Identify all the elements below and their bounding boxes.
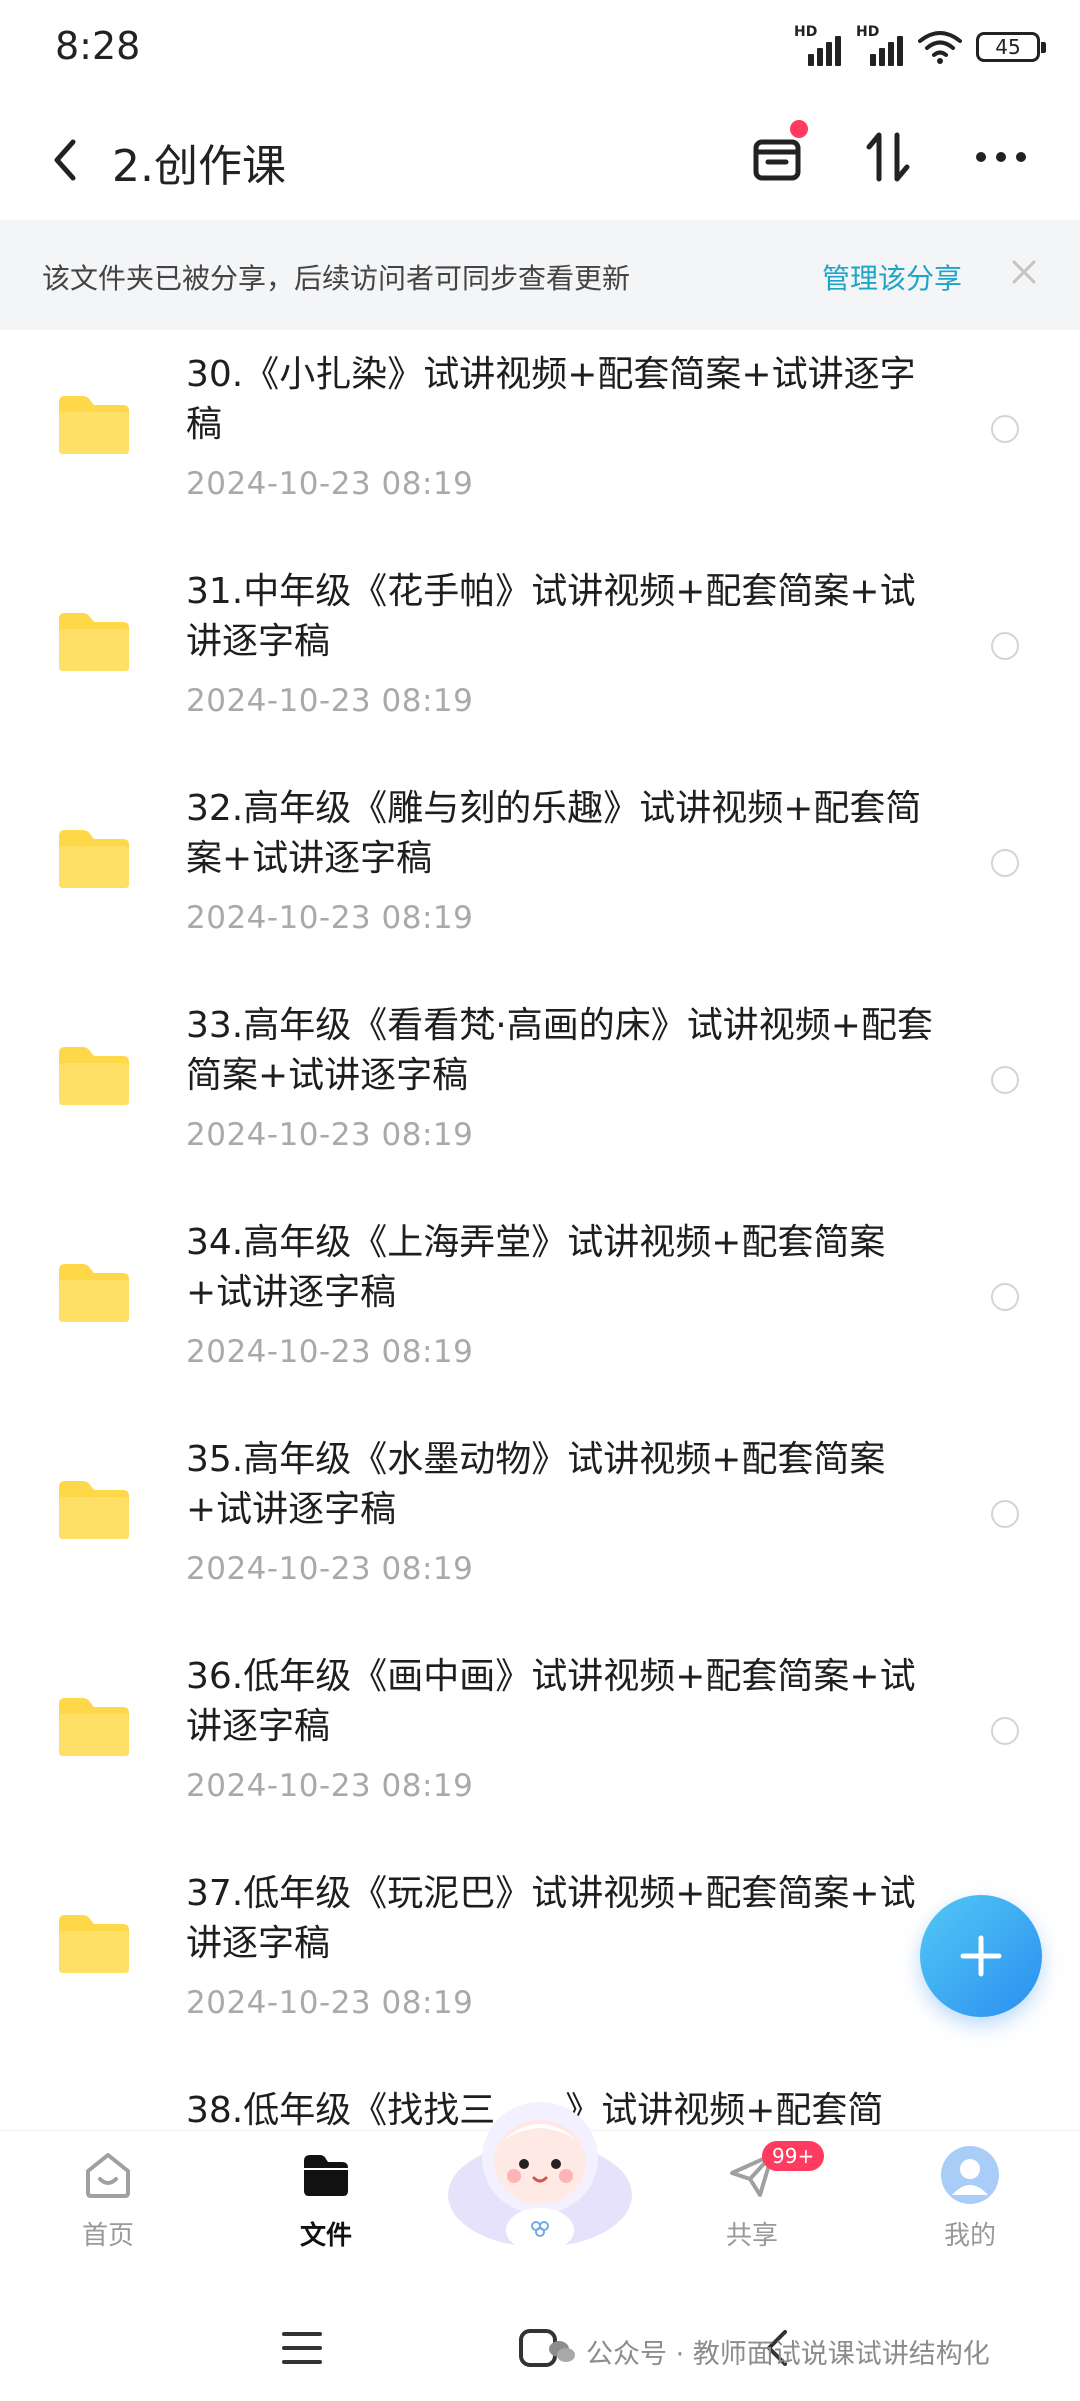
more-button[interactable] [966, 122, 1036, 192]
list-item[interactable]: 32.高年级《雕与刻的乐趣》试讲视频+配套简案+试讲逐字稿 2024-10-23… [0, 764, 1080, 981]
list-item[interactable]: 35.高年级《水墨动物》试讲视频+配套简案+试讲逐字稿 2024-10-23 0… [0, 1415, 1080, 1632]
share-banner: 该文件夹已被分享，后续访问者可同步查看更新 管理该分享 [0, 220, 1080, 330]
more-dots-icon [976, 152, 1026, 162]
manage-share-link[interactable]: 管理该分享 [822, 257, 962, 297]
folder-icon [59, 1915, 129, 1973]
select-radio[interactable] [991, 1500, 1019, 1528]
mascot-assistant-button[interactable] [440, 2080, 640, 2260]
file-name: 37.低年级《玩泥巴》试讲视频+配套简案+试讲逐字稿 [186, 1873, 916, 1964]
status-bar: 8:28 HD HD 45 [0, 0, 1080, 100]
nav-share-label: 共享 [725, 2221, 778, 2251]
close-icon [1012, 260, 1036, 284]
select-radio[interactable] [991, 1066, 1019, 1094]
nav-files[interactable]: 文件 [256, 2145, 396, 2265]
nav-home[interactable]: 首页 [38, 2145, 178, 2265]
system-nav-bar: 公众号 · 教师面试说课试讲结构化 [0, 2290, 1080, 2401]
file-date: 2024-10-23 08:19 [186, 1985, 474, 2021]
share-banner-text: 该文件夹已被分享，后续访问者可同步查看更新 [42, 262, 631, 295]
inbox-tray-icon [753, 139, 801, 181]
sort-arrows-icon [866, 132, 910, 182]
plus-icon [960, 1935, 1002, 1977]
list-item[interactable]: 30.《小扎染》试讲视频+配套简案+试讲逐字稿 2024-10-23 08:19 [0, 330, 1080, 547]
transfer-list-button[interactable] [742, 120, 812, 192]
file-date: 2024-10-23 08:19 [186, 1551, 474, 1587]
nav-me[interactable]: 我的 [900, 2145, 1040, 2265]
signal-icon: HD [794, 24, 842, 66]
file-name: 34.高年级《上海弄堂》试讲视频+配套简案+试讲逐字稿 [186, 1222, 886, 1313]
folder-icon [59, 613, 129, 671]
back-button[interactable] [40, 130, 90, 190]
nav-me-label: 我的 [943, 2221, 996, 2251]
file-date: 2024-10-23 08:19 [186, 1334, 474, 1370]
nav-files-label: 文件 [299, 2221, 352, 2251]
top-app-bar: 2.创作课 [0, 100, 1080, 220]
home-icon [78, 2145, 138, 2205]
file-name: 33.高年级《看看梵·高画的床》试讲视频+配套简案+试讲逐字稿 [186, 1005, 933, 1096]
select-radio[interactable] [991, 849, 1019, 877]
page-title: 2.创作课 [112, 141, 286, 192]
select-radio[interactable] [991, 1717, 1019, 1745]
list-item[interactable]: 37.低年级《玩泥巴》试讲视频+配套简案+试讲逐字稿 2024-10-23 08… [0, 1849, 1080, 2066]
list-item[interactable]: 31.中年级《花手帕》试讲视频+配套简案+试讲逐字稿 2024-10-23 08… [0, 547, 1080, 764]
notification-dot [790, 120, 808, 138]
folder-icon [59, 1047, 129, 1105]
list-item[interactable]: 34.高年级《上海弄堂》试讲视频+配套简案+试讲逐字稿 2024-10-23 0… [0, 1198, 1080, 1415]
file-date: 2024-10-23 08:19 [186, 900, 474, 936]
status-time: 8:28 [55, 24, 141, 68]
sort-button[interactable] [853, 122, 923, 192]
folder-icon [59, 396, 129, 454]
mascot-icon [448, 2102, 632, 2252]
back-chevron-icon [54, 139, 76, 181]
folder-icon [59, 1698, 129, 1756]
close-banner-button[interactable] [1004, 252, 1044, 292]
watermark: 公众号 · 教师面试说课试讲结构化 [548, 2332, 990, 2371]
battery-icon: 45 [976, 32, 1046, 62]
file-name: 36.低年级《画中画》试讲视频+配套简案+试讲逐字稿 [186, 1656, 916, 1747]
add-fab-button[interactable] [920, 1895, 1042, 2017]
file-date: 2024-10-23 08:19 [186, 683, 474, 719]
select-radio[interactable] [991, 415, 1019, 443]
nav-home-label: 首页 [81, 2221, 134, 2251]
recent-apps-button[interactable] [272, 2318, 332, 2378]
wifi-icon [918, 29, 962, 65]
file-date: 2024-10-23 08:19 [186, 1117, 474, 1153]
folder-tab-icon [296, 2145, 356, 2205]
file-date: 2024-10-23 08:19 [186, 466, 474, 502]
file-name: 35.高年级《水墨动物》试讲视频+配套简案+试讲逐字稿 [186, 1439, 886, 1530]
list-item[interactable]: 36.低年级《画中画》试讲视频+配套简案+试讲逐字稿 2024-10-23 08… [0, 1632, 1080, 1849]
file-name: 31.中年级《花手帕》试讲视频+配套简案+试讲逐字稿 [186, 571, 916, 662]
signal-icon: HD [856, 24, 904, 66]
status-icons: HD HD 45 [794, 24, 1046, 66]
menu-icon [282, 2332, 322, 2364]
folder-icon [59, 1264, 129, 1322]
folder-icon [59, 1481, 129, 1539]
nav-share[interactable]: 99+ 共享 [682, 2141, 825, 2265]
folder-icon [59, 830, 129, 888]
file-name: 32.高年级《雕与刻的乐趣》试讲视频+配套简案+试讲逐字稿 [186, 788, 922, 879]
file-name: 30.《小扎染》试讲视频+配套简案+试讲逐字稿 [186, 354, 916, 445]
file-date: 2024-10-23 08:19 [186, 1768, 474, 1804]
wechat-icon [549, 2340, 575, 2362]
file-list: 30.《小扎染》试讲视频+配套简案+试讲逐字稿 2024-10-23 08:19… [0, 330, 1080, 2130]
select-radio[interactable] [991, 1283, 1019, 1311]
select-radio[interactable] [991, 632, 1019, 660]
list-item[interactable]: 33.高年级《看看梵·高画的床》试讲视频+配套简案+试讲逐字稿 2024-10-… [0, 981, 1080, 1198]
share-badge: 99+ [762, 2141, 825, 2171]
avatar [940, 2145, 1000, 2205]
